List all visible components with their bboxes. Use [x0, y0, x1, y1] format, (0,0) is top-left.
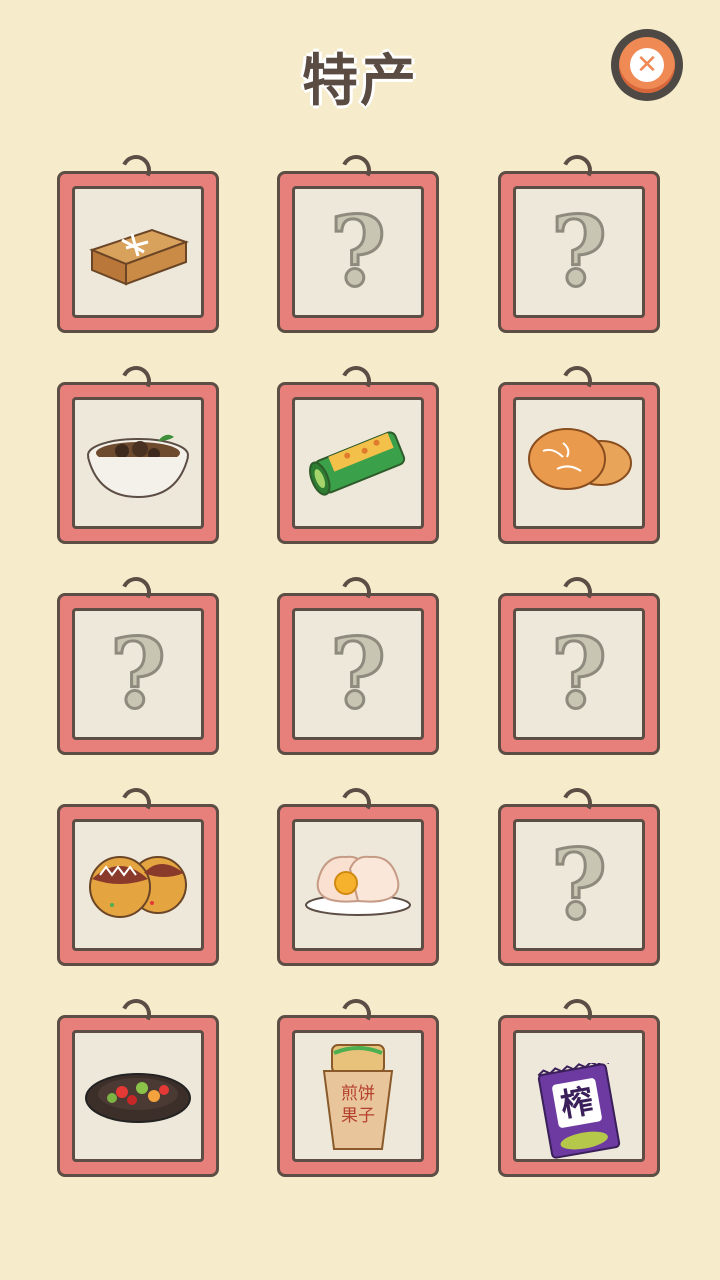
question-mark-icon: ?: [328, 617, 387, 730]
stir-fry-plate-icon: [82, 1054, 194, 1138]
card-paper: ?: [72, 608, 204, 740]
steamed-bun-icon: [302, 843, 414, 927]
zhacai-pack-icon: 榨: [537, 1063, 621, 1159]
card-paper: ?: [292, 186, 424, 318]
card-paper: [72, 186, 204, 318]
specialty-card[interactable]: ?: [498, 150, 660, 333]
card-paper: ?: [513, 608, 645, 740]
specialty-card[interactable]: ?: [498, 572, 660, 755]
card-paper: ?: [292, 608, 424, 740]
specialty-card[interactable]: ?: [498, 783, 660, 966]
specialty-card[interactable]: [57, 994, 219, 1177]
card-frame: ?: [277, 593, 439, 755]
specialty-card[interactable]: [498, 361, 660, 544]
card-frame: [57, 171, 219, 333]
card-frame: [57, 382, 219, 544]
card-frame: ?: [498, 804, 660, 966]
card-frame: ?: [57, 593, 219, 755]
card-paper: [72, 1030, 204, 1162]
card-frame: 榨: [498, 1015, 660, 1177]
card-frame: [57, 804, 219, 966]
jianbing-label: 煎饼 果子: [341, 1084, 375, 1126]
specialty-card[interactable]: ?: [277, 150, 439, 333]
card-paper: ?: [513, 819, 645, 951]
card-paper: [513, 397, 645, 529]
card-paper: [292, 819, 424, 951]
card-paper: [72, 397, 204, 529]
specialty-card[interactable]: [57, 150, 219, 333]
close-button[interactable]: ✕: [611, 29, 683, 101]
specialty-card[interactable]: [277, 783, 439, 966]
zhacai-label: 榨: [551, 1077, 603, 1129]
takoyaki-icon: [82, 843, 194, 927]
card-paper: ?: [513, 186, 645, 318]
specialty-card[interactable]: ?: [57, 572, 219, 755]
card-paper: 榨: [513, 1030, 645, 1162]
specialty-card[interactable]: 煎饼 果子: [277, 994, 439, 1177]
card-frame: ?: [498, 171, 660, 333]
pastry-box-icon: [82, 210, 194, 294]
bamboo-rice-icon: [302, 416, 414, 510]
question-mark-icon: ?: [549, 195, 608, 308]
sesame-cake-icon: [523, 421, 635, 505]
specialty-card[interactable]: [57, 783, 219, 966]
jianbing-icon: 煎饼 果子: [318, 1041, 398, 1151]
card-frame: 煎饼 果子: [277, 1015, 439, 1177]
specialty-card[interactable]: [277, 361, 439, 544]
specialty-grid[interactable]: ? ? ? ? ? ? 煎饼 果子 榨: [0, 148, 720, 1220]
card-frame: ?: [277, 171, 439, 333]
specialty-card[interactable]: 榨: [498, 994, 660, 1177]
card-paper: [72, 819, 204, 951]
card-paper: 煎饼 果子: [292, 1030, 424, 1162]
bowl-stew-icon: [82, 421, 194, 505]
close-icon: ✕: [619, 37, 675, 93]
card-frame: [57, 1015, 219, 1177]
card-frame: ?: [498, 593, 660, 755]
specialty-card[interactable]: [57, 361, 219, 544]
question-mark-icon: ?: [549, 828, 608, 941]
card-frame: [277, 804, 439, 966]
card-frame: [277, 382, 439, 544]
card-frame: [498, 382, 660, 544]
question-mark-icon: ?: [549, 617, 608, 730]
question-mark-icon: ?: [108, 617, 167, 730]
specialty-card[interactable]: ?: [277, 572, 439, 755]
card-paper: [292, 397, 424, 529]
question-mark-icon: ?: [328, 195, 387, 308]
